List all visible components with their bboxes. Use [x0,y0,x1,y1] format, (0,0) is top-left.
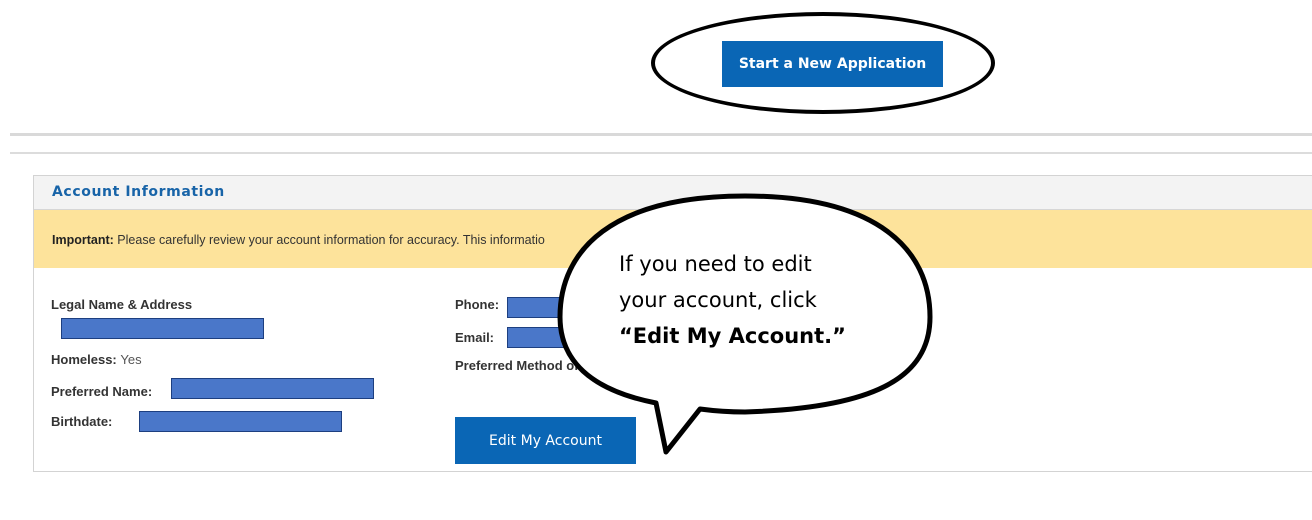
email-label: Email: [455,330,495,345]
redacted-birthdate [139,411,342,432]
phone-label: Phone: [455,297,500,312]
homeless-value: Yes [120,352,142,367]
preferred-name-label: Preferred Name: [51,384,153,399]
page: Start a New Application Account Informat… [0,0,1312,520]
edit-my-account-button[interactable]: Edit My Account [455,417,636,464]
divider [10,133,1312,136]
divider [10,152,1312,154]
panel-header: Account Information [34,176,1312,210]
redacted-preferred-name [171,378,374,399]
redacted-legal-name [61,318,264,339]
redacted-phone [507,297,607,318]
birthdate-label: Birthdate: [51,414,113,429]
notice-text: Important: Please carefully review your … [52,233,545,247]
start-new-application-button[interactable]: Start a New Application [722,41,943,87]
redacted-email [507,327,607,348]
preferred-contact-method-label: Preferred Method of [455,358,579,373]
legal-name-address-label: Legal Name & Address [51,297,193,312]
homeless-field: Homeless: Yes [51,352,142,367]
callout-line-1: If you need to edit [619,252,812,276]
notice-label: Important: [52,233,114,247]
notice-message: Please carefully review your account inf… [117,233,545,247]
homeless-label: Homeless: [51,352,117,367]
section-title: Account Information [52,184,225,200]
callout-text: If you need to edit your account, click … [619,246,899,354]
callout-line-3: “Edit My Account.” [619,324,846,348]
callout-line-2: your account, click [619,288,817,312]
